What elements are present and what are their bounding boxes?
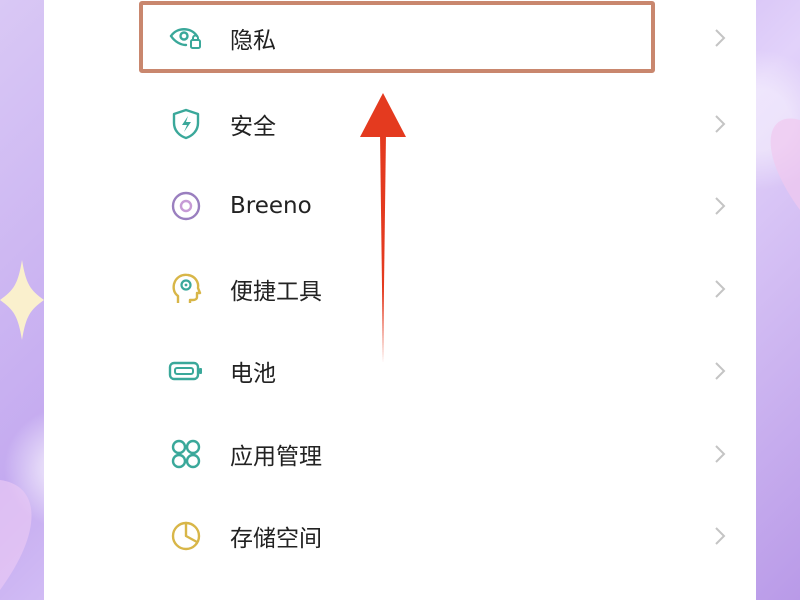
settings-item-label: 存储空间 xyxy=(230,526,322,552)
red-arrow-annotation xyxy=(360,93,406,363)
battery-icon xyxy=(166,351,206,391)
highlight-box xyxy=(139,1,655,73)
settings-item-label: 便捷工具 xyxy=(230,279,322,305)
app-management-icon xyxy=(166,434,206,474)
chevron-right-icon xyxy=(715,197,726,215)
settings-item-label: 安全 xyxy=(230,114,276,140)
settings-item-battery[interactable]: 电池 xyxy=(140,333,752,409)
chevron-right-icon xyxy=(715,115,726,133)
settings-item-app-management[interactable]: 应用管理 xyxy=(140,416,752,492)
heart-decoration xyxy=(770,118,800,210)
chevron-right-icon xyxy=(715,362,726,380)
chevron-right-icon xyxy=(715,445,726,463)
settings-item-storage[interactable]: 存储空间 xyxy=(140,498,752,574)
settings-item-convenience-tools[interactable]: 便捷工具 xyxy=(140,251,752,327)
settings-item-security[interactable]: 安全 xyxy=(140,86,752,162)
settings-item-label: 电池 xyxy=(230,361,276,387)
breeno-icon xyxy=(166,186,206,226)
settings-panel: 隐私 安全 Breeno 便捷工具 电池 应用管理 存储空间 xyxy=(44,0,756,600)
chevron-right-icon xyxy=(715,29,726,47)
heart-decoration xyxy=(0,480,32,590)
chevron-right-icon xyxy=(715,527,726,545)
storage-pie-icon xyxy=(166,516,206,556)
chevron-right-icon xyxy=(715,280,726,298)
convenience-tools-icon xyxy=(166,269,206,309)
star-decoration xyxy=(0,260,44,340)
settings-item-label: 应用管理 xyxy=(230,444,322,470)
security-shield-icon xyxy=(166,104,206,144)
settings-item-breeno[interactable]: Breeno xyxy=(140,168,752,244)
settings-item-label: Breeno xyxy=(230,193,312,219)
